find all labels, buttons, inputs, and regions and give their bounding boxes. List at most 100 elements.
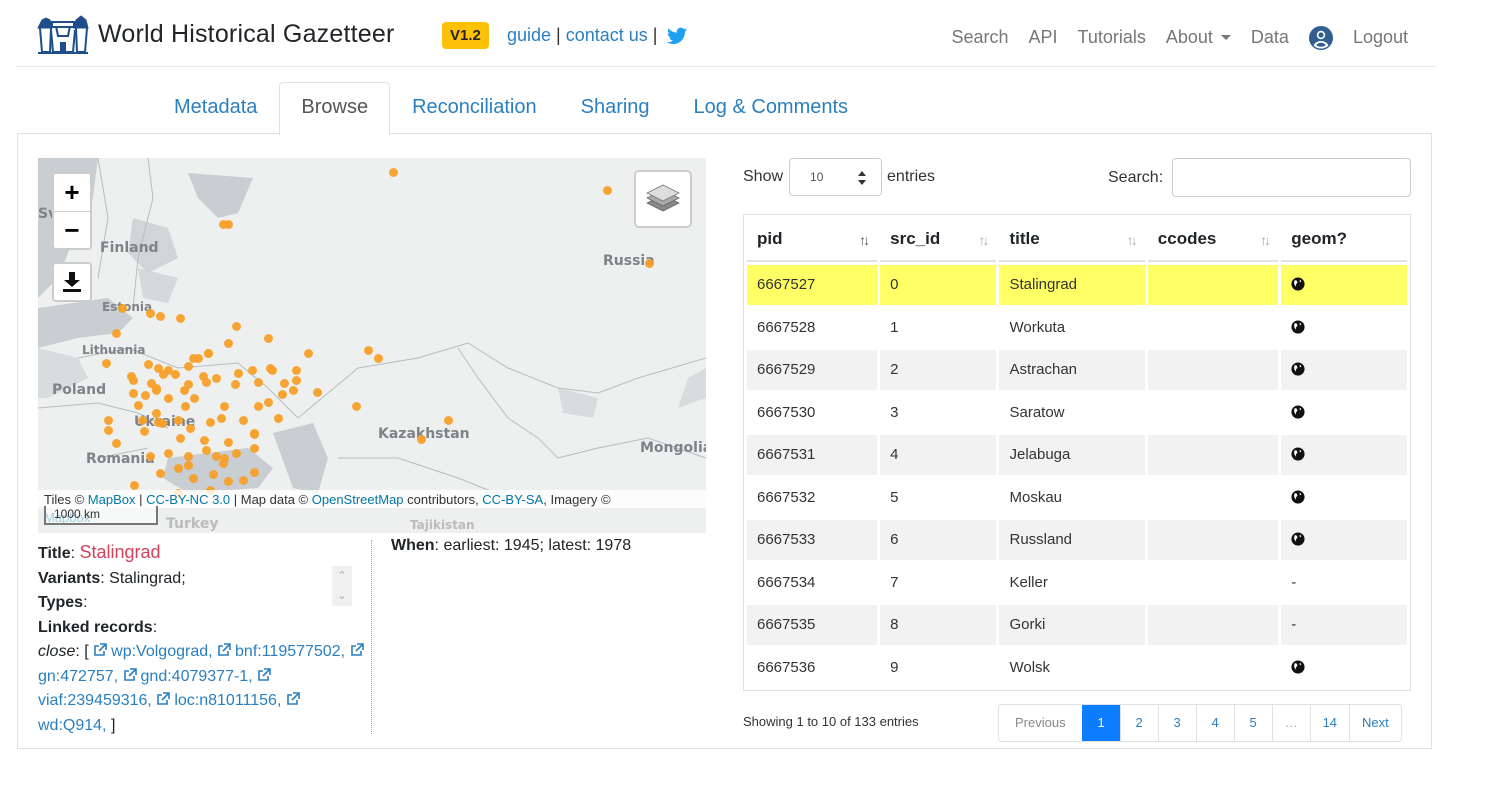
- place-marker[interactable]: [156, 312, 165, 321]
- place-marker[interactable]: [152, 384, 161, 393]
- place-marker[interactable]: [232, 322, 241, 331]
- next-page-button[interactable]: Next: [1349, 705, 1401, 741]
- place-marker[interactable]: [204, 349, 213, 358]
- column-header-src-id[interactable]: src_id ↑↓: [880, 218, 997, 262]
- place-marker[interactable]: [118, 304, 127, 313]
- page-button[interactable]: 14: [1309, 705, 1349, 741]
- place-marker[interactable]: [174, 416, 183, 425]
- place-marker[interactable]: [264, 334, 273, 343]
- place-marker[interactable]: [250, 444, 259, 453]
- table-row[interactable]: 6667531 4 Jelabuga: [747, 435, 1407, 475]
- place-marker[interactable]: [389, 168, 398, 177]
- place-marker[interactable]: [186, 424, 195, 433]
- linked-record-link[interactable]: gnd:4079377-1,: [141, 668, 253, 685]
- place-marker[interactable]: [278, 390, 287, 399]
- table-row[interactable]: 6667533 6 Russland: [747, 520, 1407, 560]
- place-marker[interactable]: [224, 220, 233, 229]
- place-marker[interactable]: [184, 461, 193, 470]
- place-marker[interactable]: [224, 477, 233, 486]
- place-marker[interactable]: [156, 469, 165, 478]
- place-marker[interactable]: [144, 360, 153, 369]
- place-marker[interactable]: [176, 314, 185, 323]
- table-search-input[interactable]: [1172, 158, 1411, 197]
- nav-tutorials[interactable]: Tutorials: [1078, 27, 1146, 48]
- nav-data[interactable]: Data: [1251, 27, 1289, 48]
- linked-record-link[interactable]: loc:n81011156,: [174, 692, 281, 709]
- place-marker[interactable]: [254, 378, 263, 387]
- place-marker[interactable]: [154, 418, 163, 427]
- mapbox-link[interactable]: MapBox: [88, 492, 136, 507]
- table-row[interactable]: 6667530 3 Saratow: [747, 393, 1407, 433]
- page-button[interactable]: 4: [1195, 705, 1234, 741]
- tab-log-comments[interactable]: Log & Comments: [672, 82, 871, 134]
- linked-record-link[interactable]: viaf:239459316,: [38, 692, 152, 709]
- brand[interactable]: World Historical Gazetteer: [36, 14, 395, 54]
- download-button[interactable]: [52, 262, 92, 302]
- place-marker[interactable]: [146, 309, 155, 318]
- place-marker[interactable]: [102, 359, 111, 368]
- twitter-icon[interactable]: [667, 27, 688, 45]
- variants-scrollbar[interactable]: ⌃ ⌄: [332, 566, 352, 606]
- place-marker[interactable]: [112, 439, 121, 448]
- place-marker[interactable]: [217, 414, 226, 423]
- place-marker[interactable]: [219, 459, 228, 468]
- page-button[interactable]: 5: [1233, 705, 1272, 741]
- page-button[interactable]: 1: [1081, 705, 1120, 741]
- place-marker[interactable]: [164, 449, 173, 458]
- place-marker[interactable]: [104, 416, 113, 425]
- place-marker[interactable]: [164, 394, 173, 403]
- place-marker[interactable]: [141, 391, 150, 400]
- place-marker[interactable]: [603, 186, 612, 195]
- place-marker[interactable]: [274, 414, 283, 423]
- layers-button[interactable]: [634, 170, 692, 228]
- tab-metadata[interactable]: Metadata: [152, 82, 279, 134]
- place-marker[interactable]: [112, 329, 121, 338]
- place-marker[interactable]: [176, 434, 185, 443]
- place-marker[interactable]: [239, 476, 248, 485]
- place-marker[interactable]: [224, 438, 233, 447]
- place-marker[interactable]: [444, 416, 453, 425]
- place-marker[interactable]: [352, 402, 361, 411]
- ccbysa-link[interactable]: CC-BY-SA: [482, 492, 543, 507]
- nav-about-dropdown[interactable]: About: [1166, 27, 1231, 48]
- nav-logout[interactable]: Logout: [1353, 27, 1408, 48]
- nav-search[interactable]: Search: [951, 27, 1008, 48]
- user-circle-icon[interactable]: [1308, 26, 1333, 50]
- page-button[interactable]: 2: [1119, 705, 1158, 741]
- place-marker[interactable]: [289, 386, 298, 395]
- place-marker[interactable]: [190, 394, 199, 403]
- place-marker[interactable]: [134, 401, 143, 410]
- place-marker[interactable]: [181, 402, 190, 411]
- place-marker[interactable]: [202, 378, 211, 387]
- place-marker[interactable]: [280, 379, 289, 388]
- place-marker[interactable]: [184, 452, 193, 461]
- linked-record-link[interactable]: gn:472757,: [38, 668, 118, 685]
- place-marker[interactable]: [248, 366, 257, 375]
- place-marker[interactable]: [194, 354, 203, 363]
- place-marker[interactable]: [239, 416, 248, 425]
- zoom-out-button[interactable]: −: [54, 211, 90, 248]
- tab-reconciliation[interactable]: Reconciliation: [390, 82, 559, 134]
- place-marker[interactable]: [184, 362, 193, 371]
- linked-record-link[interactable]: wd:Q914,: [38, 717, 106, 734]
- place-marker[interactable]: [138, 416, 147, 425]
- place-marker[interactable]: [313, 388, 322, 397]
- place-marker[interactable]: [202, 446, 211, 455]
- table-row[interactable]: 6667532 5 Moskau: [747, 478, 1407, 518]
- place-marker[interactable]: [234, 369, 243, 378]
- place-marker[interactable]: [152, 409, 161, 418]
- place-marker[interactable]: [264, 398, 273, 407]
- place-marker[interactable]: [224, 339, 233, 348]
- previous-page-button[interactable]: Previous: [999, 705, 1082, 741]
- place-marker[interactable]: [206, 418, 215, 427]
- column-header-ccodes[interactable]: ccodes ↑↓: [1147, 218, 1279, 262]
- place-marker[interactable]: [200, 436, 209, 445]
- place-marker[interactable]: [127, 372, 136, 381]
- place-marker[interactable]: [254, 402, 263, 411]
- linked-record-link[interactable]: bnf:119577502,: [235, 643, 345, 660]
- place-marker[interactable]: [232, 449, 241, 458]
- table-row[interactable]: 6667535 8 Gorki -: [747, 605, 1407, 645]
- place-marker[interactable]: [417, 435, 426, 444]
- scroll-up-icon[interactable]: ⌃: [332, 566, 352, 586]
- table-row[interactable]: 6667527 0 Stalingrad: [747, 265, 1407, 305]
